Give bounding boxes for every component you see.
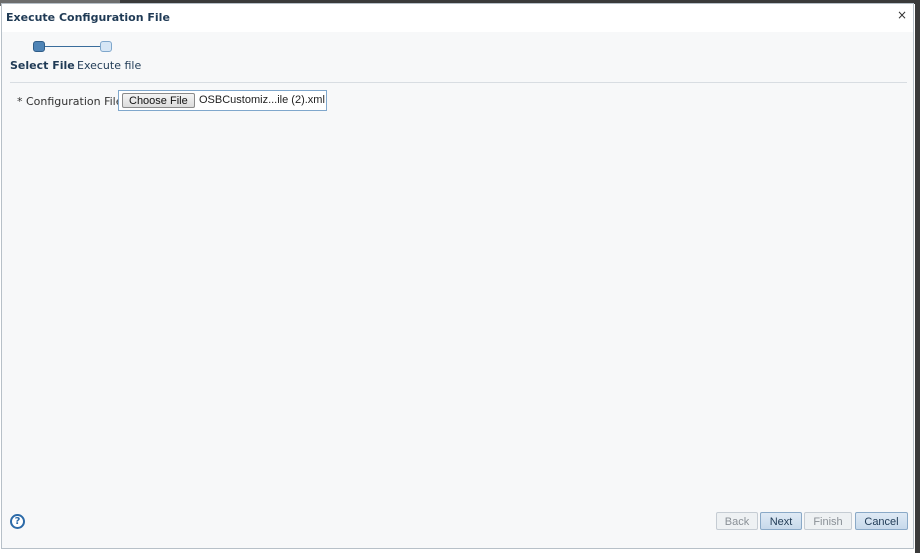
cancel-button[interactable]: Cancel: [855, 512, 908, 530]
finish-button[interactable]: Finish: [804, 512, 852, 530]
help-icon[interactable]: ?: [10, 514, 25, 529]
dialog-title: Execute Configuration File: [6, 11, 170, 24]
train-label-execute-file[interactable]: Execute file: [77, 59, 141, 72]
choose-file-button[interactable]: Choose File: [122, 93, 195, 108]
train-stop-select-file[interactable]: [33, 41, 45, 52]
wizard-train: Select File Execute file: [2, 38, 162, 74]
dialog-titlebar: Execute Configuration File ×: [2, 4, 913, 32]
train-connector: [45, 46, 100, 47]
divider: [10, 82, 907, 83]
next-button[interactable]: Next: [760, 512, 802, 530]
train-label-select-file: Select File: [10, 59, 75, 72]
configuration-file-label: * Configuration File: [17, 95, 123, 108]
back-button[interactable]: Back: [716, 512, 758, 530]
background-page-edge-right: [915, 0, 920, 553]
train-stop-execute-file[interactable]: [100, 41, 112, 52]
execute-configuration-dialog: Execute Configuration File × Select File…: [1, 3, 914, 549]
selected-file-name: OSBCustomiz...ile (2).xml: [199, 94, 325, 106]
close-icon[interactable]: ×: [895, 8, 909, 22]
configuration-file-input[interactable]: Choose File OSBCustomiz...ile (2).xml: [118, 90, 327, 111]
